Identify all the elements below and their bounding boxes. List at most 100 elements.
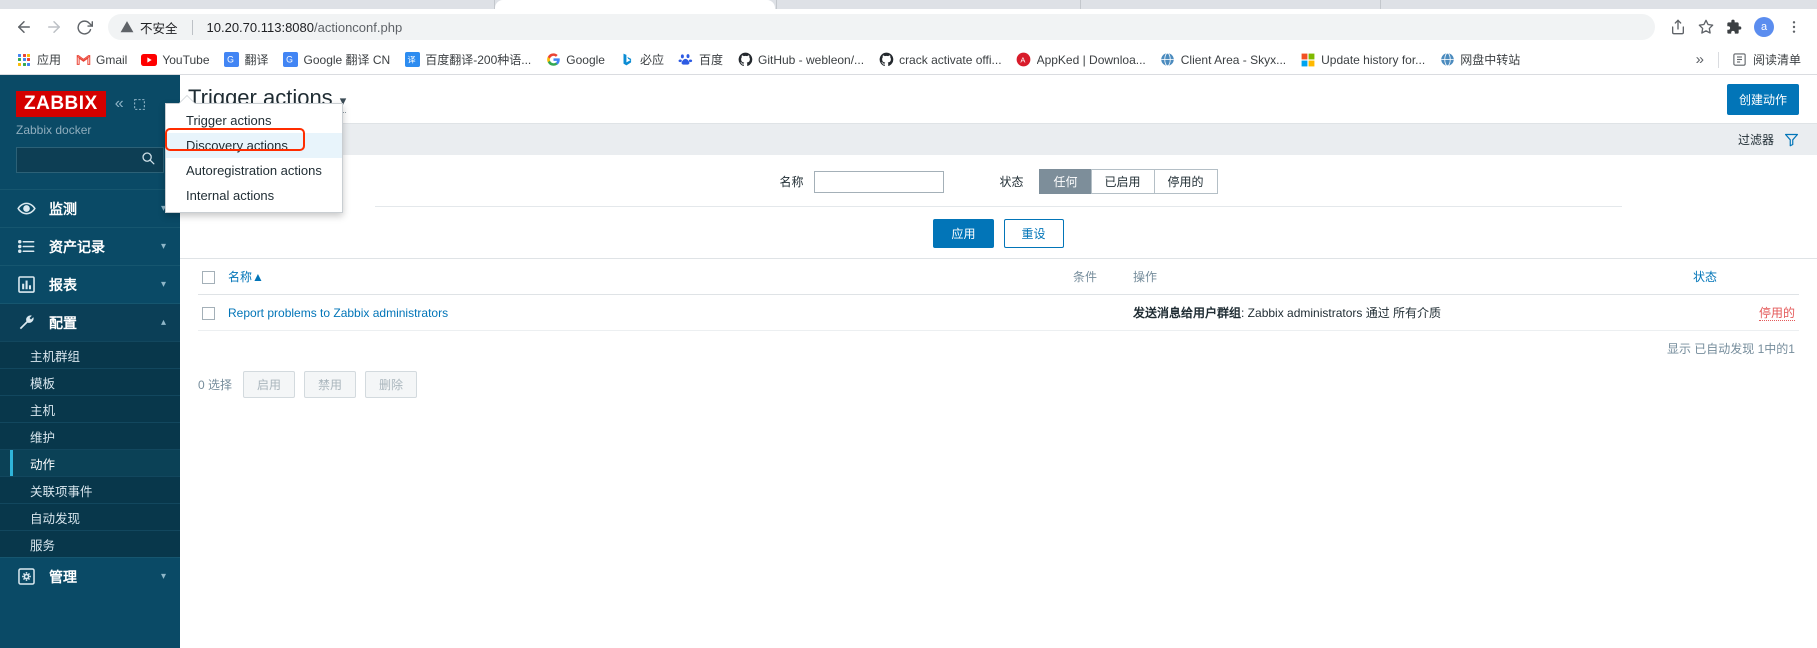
bookmark-update-history[interactable]: Update history for... <box>1293 49 1432 71</box>
sidebar-subitem-actions[interactable]: 动作 <box>0 449 180 476</box>
bookmark-appked[interactable]: A AppKed | Downloa... <box>1009 49 1153 71</box>
bookmark-baidu[interactable]: 百度 <box>671 48 730 71</box>
status-badge[interactable]: 停用的 <box>1758 306 1795 321</box>
status-option-enabled[interactable]: 已启用 <box>1090 169 1155 194</box>
disable-button[interactable]: 禁用 <box>304 371 357 398</box>
google-icon <box>545 52 561 68</box>
sidebar-item-monitoring[interactable]: 监测 ▾ <box>0 189 180 227</box>
avatar[interactable]: a <box>1754 17 1774 37</box>
bookmarks-overflow-button[interactable]: » <box>1688 51 1712 68</box>
bookmark-google-translate-cn[interactable]: G Google 翻译 CN <box>276 48 398 71</box>
not-secure-label: 不安全 <box>140 21 178 36</box>
search-input[interactable] <box>25 151 141 169</box>
table-row[interactable]: Report problems to Zabbix administrators… <box>198 294 1799 331</box>
reading-list-label: 阅读清单 <box>1752 53 1801 67</box>
zabbix-logo[interactable]: ZABBIX <box>16 91 106 117</box>
dropdown-item-internal-actions[interactable]: Internal actions <box>166 183 342 208</box>
sidebar-subitem-host-groups[interactable]: 主机群组 <box>0 341 180 368</box>
bookmark-label: crack activate offi... <box>899 52 1002 67</box>
puzzle-icon[interactable] <box>1721 14 1747 40</box>
bookmark-baidu-translate[interactable]: 译 百度翻译-200种语... <box>397 48 538 71</box>
dropdown-item-trigger-actions[interactable]: Trigger actions <box>166 108 342 133</box>
reset-button[interactable]: 重设 <box>1003 219 1064 248</box>
sidebar-item-administration[interactable]: 管理 ▾ <box>0 557 180 595</box>
search-icon[interactable] <box>141 151 155 170</box>
bookmark-github-webleon[interactable]: GitHub - webleon/... <box>730 49 871 71</box>
sidebar-subitem-hosts[interactable]: 主机 <box>0 395 180 422</box>
reading-list-button[interactable]: 阅读清单 <box>1725 48 1808 71</box>
column-header-conditions: 条件 <box>1069 259 1129 295</box>
sidebar-item-configuration[interactable]: 配置 ▴ <box>0 303 180 341</box>
sidebar-subitem-services[interactable]: 服务 <box>0 530 180 557</box>
github-icon <box>878 52 894 68</box>
filter-panel: 名称 状态 任何 已启用 停用的 应用 重设 <box>180 155 1817 259</box>
delete-button[interactable]: 删除 <box>365 371 418 398</box>
bookmark-google[interactable]: Google <box>538 49 612 71</box>
filter-funnel-icon[interactable] <box>1784 132 1799 147</box>
tab-strip[interactable] <box>0 0 1817 9</box>
collapse-panel-icon[interactable] <box>133 98 146 111</box>
kebab-menu-icon[interactable] <box>1781 14 1807 40</box>
row-checkbox[interactable] <box>202 306 215 320</box>
bookmark-youtube[interactable]: YouTube <box>134 49 216 71</box>
apply-button[interactable]: 应用 <box>933 219 994 248</box>
filter-name-input[interactable] <box>814 170 945 193</box>
svg-text:A: A <box>1020 56 1025 65</box>
dropdown-item-discovery-actions[interactable]: Discovery actions <box>166 133 342 158</box>
bookmarks-divider <box>1717 51 1719 68</box>
bookmark-label: Gmail <box>96 52 128 67</box>
select-all-checkbox[interactable] <box>202 270 215 284</box>
action-name-link[interactable]: Report problems to Zabbix administrators <box>228 306 448 320</box>
sidebar-item-inventory[interactable]: 资产记录 ▾ <box>0 227 180 265</box>
sidebar-subitem-discovery[interactable]: 自动发现 <box>0 503 180 530</box>
filter-tab-label[interactable]: 过滤器 <box>1738 131 1774 148</box>
chevron-down-icon: ▾ <box>160 241 166 252</box>
sidebar-item-label: 管理 <box>49 568 77 585</box>
appked-icon: A <box>1016 52 1032 68</box>
column-header-name[interactable]: 名称▲ <box>224 259 1069 295</box>
bookmark-client-area[interactable]: Client Area - Skyx... <box>1153 49 1293 71</box>
google-translate-icon: G <box>283 52 299 68</box>
baidu-translate-icon: 译 <box>404 52 420 68</box>
sidebar-subitem-label: 模板 <box>30 376 56 391</box>
browser-chrome: 不安全 10.20.70.113:8080/actionconf.php a 应… <box>0 0 1817 75</box>
enable-button[interactable]: 启用 <box>243 371 296 398</box>
bookmark-label: AppKed | Downloa... <box>1036 52 1146 67</box>
toolbar-actions: a <box>1665 14 1807 40</box>
column-header-status[interactable]: 状态 <box>1689 259 1799 295</box>
sidebar-item-reports[interactable]: 报表 ▾ <box>0 265 180 303</box>
status-option-any[interactable]: 任何 <box>1039 169 1092 194</box>
bookmark-gmail[interactable]: Gmail <box>68 49 134 71</box>
address-bar[interactable]: 不安全 10.20.70.113:8080/actionconf.php <box>108 14 1655 40</box>
bookmark-apps[interactable]: 应用 <box>9 48 68 71</box>
sidebar-item-label: 资产记录 <box>49 238 105 255</box>
svg-text:译: 译 <box>407 55 415 65</box>
forward-button[interactable] <box>40 13 68 41</box>
bookmark-wangpan[interactable]: 网盘中转站 <box>1432 48 1527 71</box>
reload-button[interactable] <box>70 13 98 41</box>
sidebar-subitem-label: 自动发现 <box>30 511 81 526</box>
star-icon[interactable] <box>1693 14 1719 40</box>
page-title-dropdown-menu[interactable]: Trigger actions Discovery actions Autore… <box>165 95 343 213</box>
chevron-up-icon: ▴ <box>160 317 166 328</box>
page-header: Trigger actions ▾ 创建动作 <box>180 75 1817 123</box>
sidebar-subitem-event-correlation[interactable]: 关联项事件 <box>0 476 180 503</box>
create-action-button[interactable]: 创建动作 <box>1726 83 1799 115</box>
sidebar-search[interactable] <box>16 147 164 173</box>
dropdown-item-autoregistration-actions[interactable]: Autoregistration actions <box>166 158 342 183</box>
back-button[interactable] <box>10 13 38 41</box>
active-tab[interactable] <box>495 0 775 9</box>
bookmark-bing[interactable]: 必应 <box>612 48 671 71</box>
status-option-disabled[interactable]: 停用的 <box>1153 169 1218 194</box>
sidebar-subitem-maintenance[interactable]: 维护 <box>0 422 180 449</box>
bookmark-translate[interactable]: G 翻译 <box>217 48 276 71</box>
tab-divider <box>776 0 777 9</box>
table-footer-count: 显示 已自动发现 1中的1 <box>1666 342 1795 356</box>
share-icon[interactable] <box>1665 14 1691 40</box>
bookmark-label: 百度 <box>698 53 723 67</box>
bookmark-crack-activate[interactable]: crack activate offi... <box>871 49 1009 71</box>
sidebar-subitem-templates[interactable]: 模板 <box>0 368 180 395</box>
filter-name-label: 名称 <box>779 175 804 189</box>
operation-type: 发送消息给用户群组 <box>1133 306 1242 320</box>
chevron-double-left-icon[interactable]: « <box>115 96 124 112</box>
